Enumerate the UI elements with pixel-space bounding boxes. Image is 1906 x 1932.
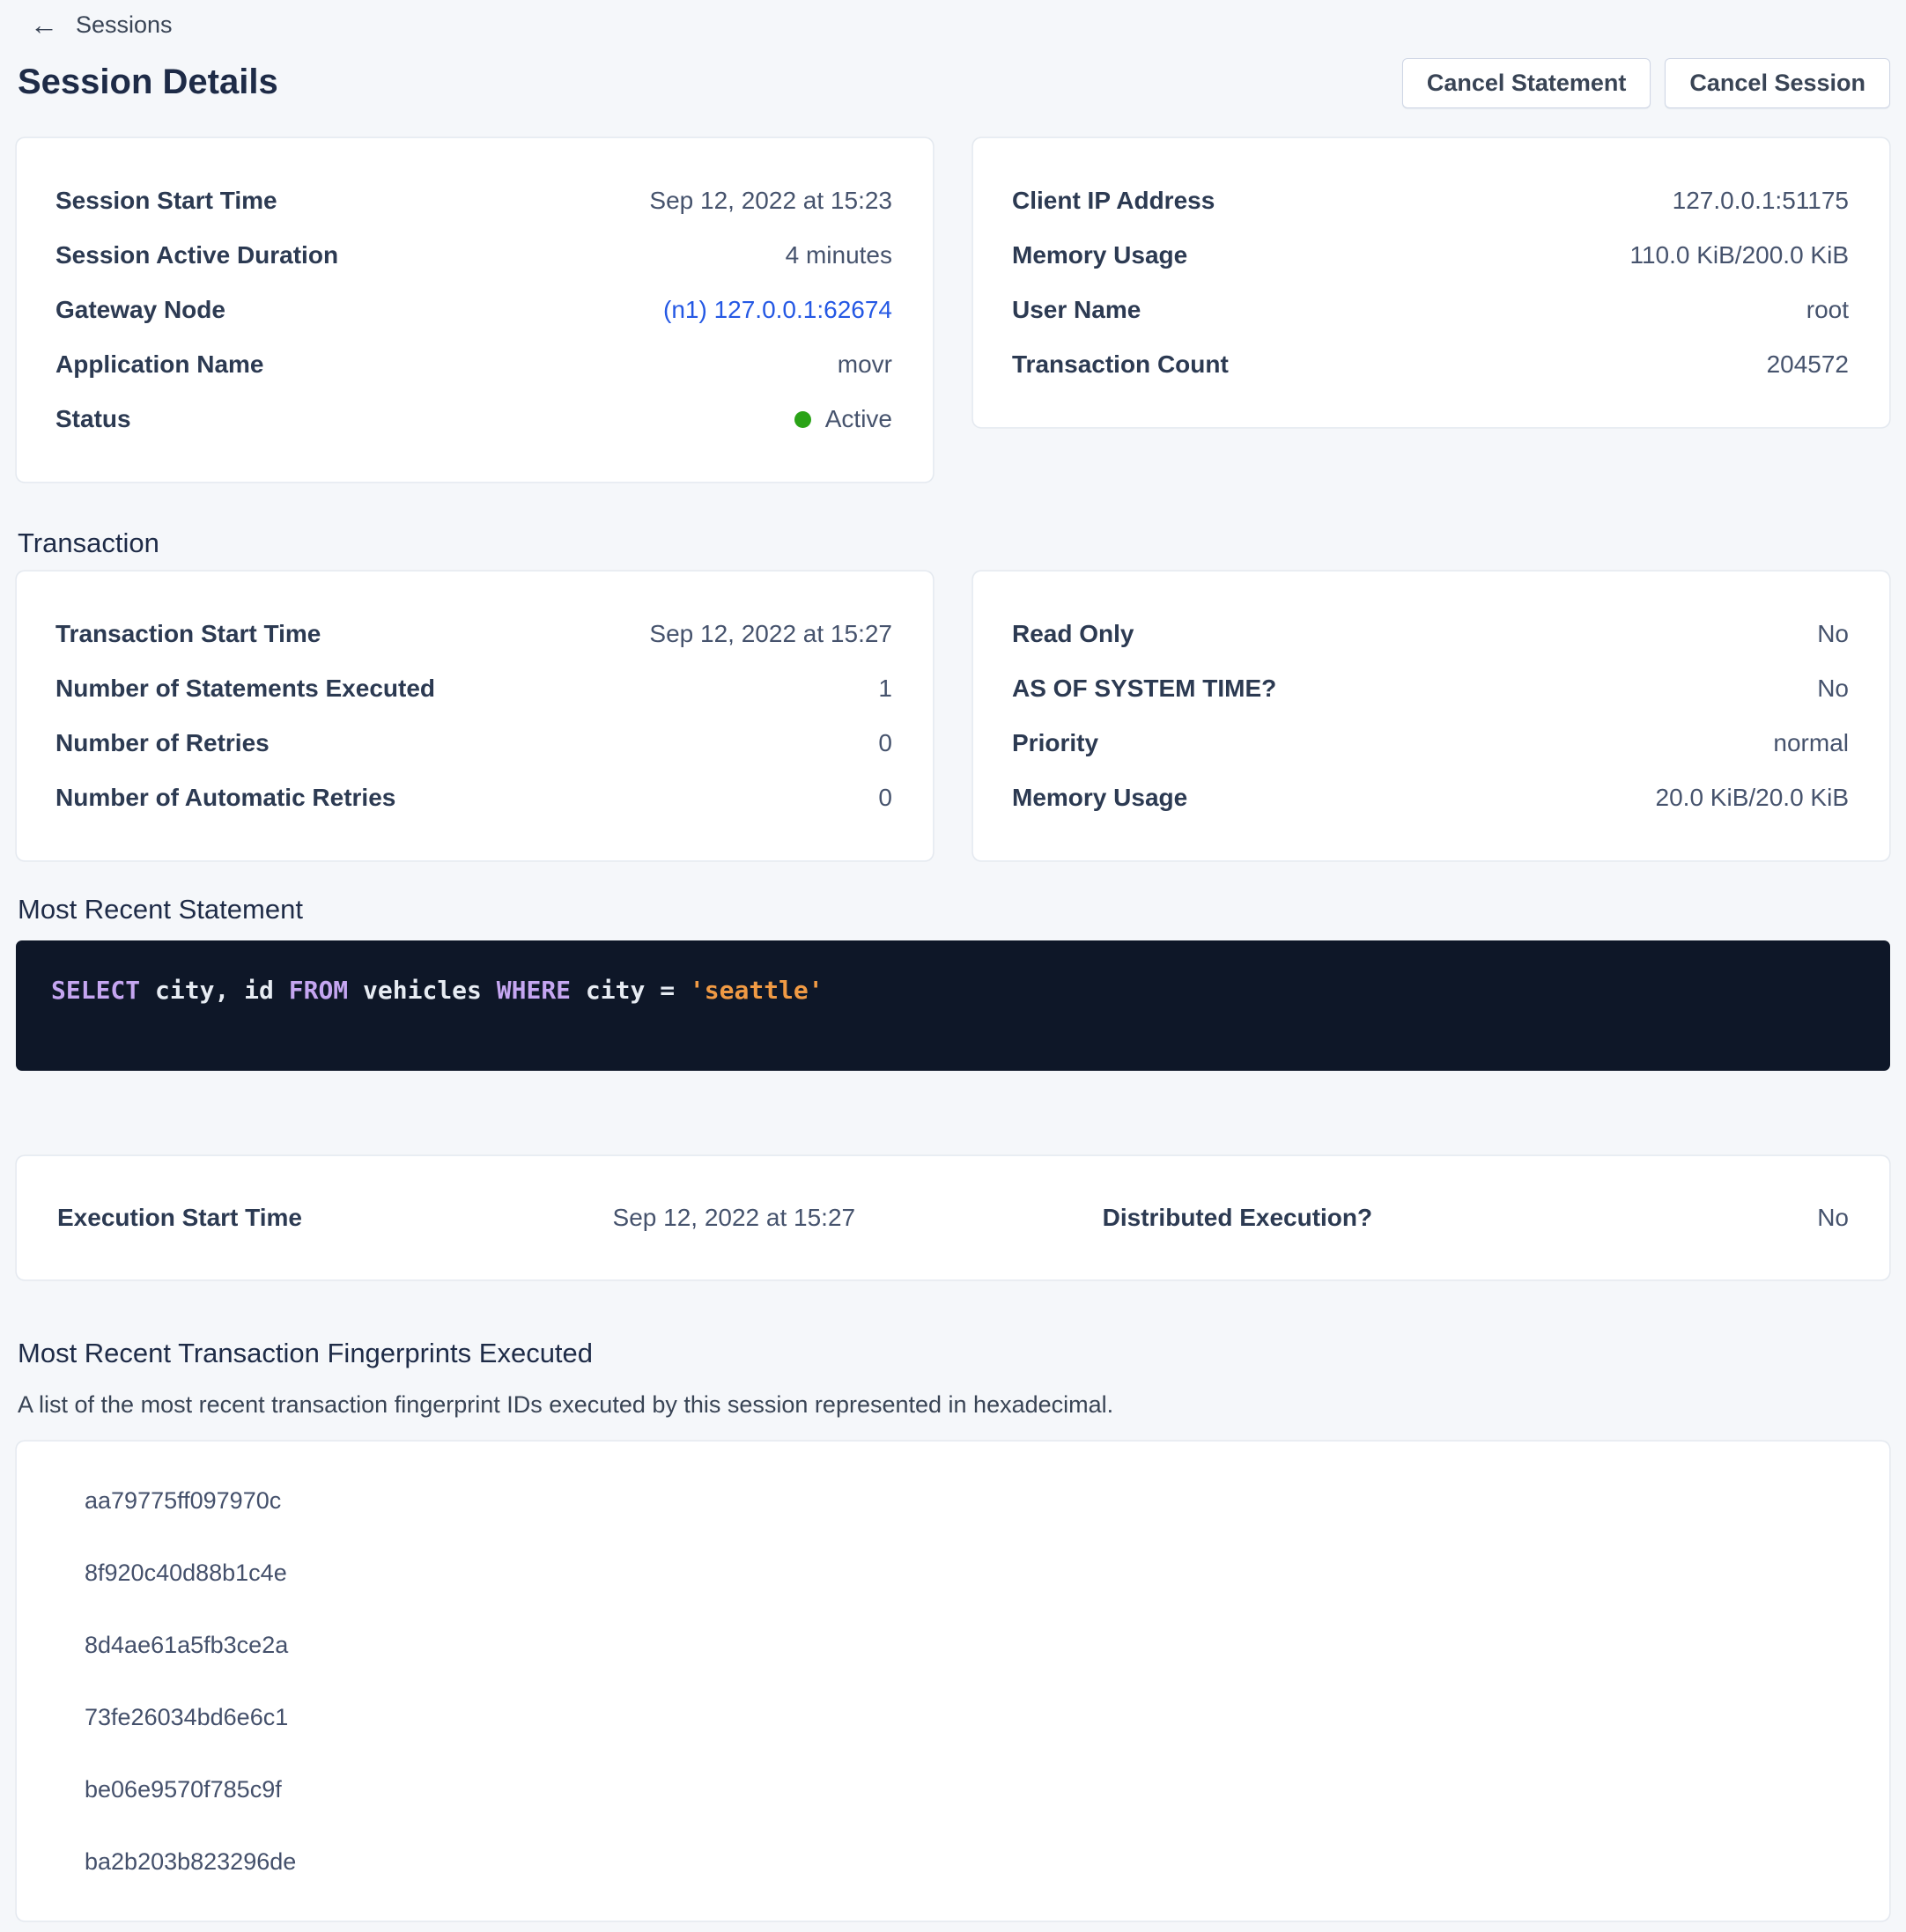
summary-row: Read Only No xyxy=(1012,607,1849,661)
status-badge: Active xyxy=(825,405,892,432)
summary-row-value: No xyxy=(1817,675,1849,703)
summary-row: Transaction Count 204572 xyxy=(1012,337,1849,392)
fingerprint-list-item: 8d4ae61a5fb3ce2a xyxy=(85,1609,1849,1681)
summary-row: Number of Statements Executed 1 xyxy=(55,661,892,716)
cancel-statement-button[interactable]: Cancel Statement xyxy=(1402,58,1651,108)
sql-token-kw: WHERE xyxy=(497,976,571,1005)
session-summary-card-right: Client IP Address 127.0.0.1:51175 Memory U… xyxy=(972,137,1890,428)
session-details-page: ← Sessions Session Details Cancel Statem… xyxy=(0,0,1906,1932)
summary-row-label: AS OF SYSTEM TIME? xyxy=(1012,675,1276,703)
summary-row-label: Priority xyxy=(1012,729,1098,757)
summary-row-value: 127.0.0.1:51175 xyxy=(1673,187,1849,215)
page-header: Session Details Cancel Statement Cancel … xyxy=(16,55,1890,109)
gateway-node-link[interactable]: (n1) 127.0.0.1:62674 xyxy=(663,296,892,323)
execution-card: Execution Start Time Sep 12, 2022 at 15:… xyxy=(16,1155,1890,1280)
sql-token-str: 'seattle' xyxy=(690,976,824,1005)
sql-token-id: vehicles xyxy=(348,976,497,1005)
page-title: Session Details xyxy=(16,55,278,109)
fingerprints-heading: Most Recent Transaction Fingerprints Exe… xyxy=(18,1337,1890,1370)
summary-row: Memory Usage 20.0 KiB/20.0 KiB xyxy=(1012,771,1849,825)
summary-row-value: Sep 12, 2022 at 15:23 xyxy=(649,187,892,215)
sql-token-id: city = xyxy=(571,976,690,1005)
summary-row: Session Active Duration 4 minutes xyxy=(55,228,892,283)
transaction-card-right: Read Only No AS OF SYSTEM TIME? No Priority n… xyxy=(972,571,1890,861)
summary-row: User Name root xyxy=(1012,283,1849,337)
cancel-session-button[interactable]: Cancel Session xyxy=(1665,58,1890,108)
fingerprints-description: A list of the most recent transaction fi… xyxy=(18,1390,1890,1420)
sql-token-kw: SELECT xyxy=(51,976,140,1005)
summary-row-value: Active xyxy=(794,405,892,433)
most-recent-statement-heading: Most Recent Statement xyxy=(18,893,1890,926)
summary-row-label: Number of Statements Executed xyxy=(55,675,435,703)
summary-row: Application Name movr xyxy=(55,337,892,392)
execution-start-time-value: Sep 12, 2022 at 15:27 xyxy=(613,1204,935,1232)
summary-row-label: Memory Usage xyxy=(1012,784,1187,812)
summary-row-label: Client IP Address xyxy=(1012,187,1215,215)
summary-row-value: 0 xyxy=(878,784,892,812)
back-to-sessions-link[interactable]: ← Sessions xyxy=(30,11,173,39)
summary-row: Session Start Time Sep 12, 2022 at 15:23 xyxy=(55,173,892,228)
summary-row: Client IP Address 127.0.0.1:51175 xyxy=(1012,173,1849,228)
summary-row-value: 110.0 KiB/200.0 KiB xyxy=(1629,241,1849,269)
summary-row-label: Application Name xyxy=(55,350,263,379)
summary-row-label: Memory Usage xyxy=(1012,241,1187,269)
summary-row-value: 1 xyxy=(878,675,892,703)
fingerprint-list-item: aa79775ff097970c xyxy=(85,1464,1849,1537)
sql-token-kw: FROM xyxy=(289,976,348,1005)
breadcrumb-label: Sessions xyxy=(76,11,173,39)
fingerprint-list-item: ba2b203b823296de xyxy=(85,1825,1849,1898)
summary-row-label: User Name xyxy=(1012,296,1141,324)
summary-row-value: 4 minutes xyxy=(786,241,892,269)
summary-row-label: Status xyxy=(55,405,131,433)
summary-row: Status Active xyxy=(55,392,892,446)
sql-statement: SELECT city, id FROM vehicles WHERE city… xyxy=(51,976,1855,1006)
summary-row-label: Number of Automatic Retries xyxy=(55,784,395,812)
summary-row: Transaction Start Time Sep 12, 2022 at 15… xyxy=(55,607,892,661)
transaction-cards-row: Transaction Start Time Sep 12, 2022 at 15… xyxy=(16,571,1890,861)
fingerprints-card: aa79775ff097970c8f920c40d88b1c4e8d4ae61a… xyxy=(16,1441,1890,1921)
summary-row-value: Sep 12, 2022 at 15:27 xyxy=(649,620,892,648)
transaction-section-heading: Transaction xyxy=(18,527,1890,560)
status-active-dot-icon xyxy=(794,411,811,428)
summary-row-label: Transaction Count xyxy=(1012,350,1229,379)
summary-row-value: normal xyxy=(1773,729,1849,757)
summary-row: Memory Usage 110.0 KiB/200.0 KiB xyxy=(1012,228,1849,283)
transaction-card-left: Transaction Start Time Sep 12, 2022 at 15… xyxy=(16,571,934,861)
session-summary-card-left: Session Start TimeSep 12, 2022 at 15:23S… xyxy=(16,137,934,483)
distributed-execution-label: Distributed Execution? xyxy=(935,1204,1372,1232)
summary-row-value: root xyxy=(1806,296,1849,324)
sql-statement-box: SELECT city, id FROM vehicles WHERE city… xyxy=(16,940,1890,1071)
summary-row-label: Session Start Time xyxy=(55,187,277,215)
summary-row-label: Gateway Node xyxy=(55,296,225,324)
summary-row-value: movr xyxy=(838,350,892,379)
summary-row-value: 204572 xyxy=(1767,350,1849,379)
summary-row: Number of Automatic Retries 0 xyxy=(55,771,892,825)
sql-token-id: city, id xyxy=(140,976,289,1005)
fingerprint-list-item: be06e9570f785c9f xyxy=(85,1753,1849,1825)
summary-row: Gateway Node (n1) 127.0.0.1:62674 xyxy=(55,283,892,337)
summary-row-value: 0 xyxy=(878,729,892,757)
summary-row-label: Number of Retries xyxy=(55,729,270,757)
summary-row-label: Transaction Start Time xyxy=(55,620,321,648)
summary-row-value: 20.0 KiB/20.0 KiB xyxy=(1656,784,1849,812)
summary-row: Priority normal xyxy=(1012,716,1849,771)
arrow-left-icon: ← xyxy=(30,11,58,39)
fingerprint-list-item: 8f920c40d88b1c4e xyxy=(85,1537,1849,1609)
summary-row-value: (n1) 127.0.0.1:62674 xyxy=(663,296,892,324)
distributed-execution-value: No xyxy=(1817,1204,1849,1232)
execution-start-time-label: Execution Start Time xyxy=(57,1204,613,1232)
header-buttons: Cancel Statement Cancel Session xyxy=(1402,55,1890,108)
summary-row: Number of Retries 0 xyxy=(55,716,892,771)
breadcrumb: ← Sessions xyxy=(16,7,1890,42)
execution-row: Execution Start Time Sep 12, 2022 at 15:… xyxy=(57,1193,1849,1243)
summary-row: AS OF SYSTEM TIME? No xyxy=(1012,661,1849,716)
summary-row-label: Read Only xyxy=(1012,620,1134,648)
summary-row-label: Session Active Duration xyxy=(55,241,338,269)
summary-row-value: No xyxy=(1817,620,1849,648)
session-summary-row: Session Start TimeSep 12, 2022 at 15:23S… xyxy=(16,137,1890,483)
fingerprint-list-item: 73fe26034bd6e6c1 xyxy=(85,1681,1849,1753)
